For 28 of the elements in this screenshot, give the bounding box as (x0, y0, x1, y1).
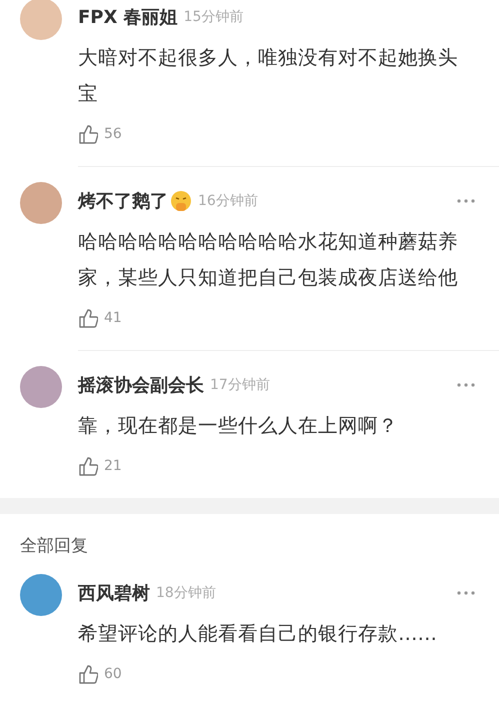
avatar-photo[interactable] (20, 366, 62, 408)
timestamp: 15分钟前 (184, 8, 244, 26)
username[interactable]: 西风碧树 (78, 581, 150, 605)
like-count: 60 (104, 666, 122, 682)
avatar-photo[interactable] (20, 182, 62, 224)
more-icon[interactable] (457, 591, 475, 595)
comment-text: 靠，现在都是一些什么人在上网啊？ (78, 413, 399, 439)
section-title: 全部回复 (19, 535, 89, 558)
like-icon[interactable] (78, 664, 98, 684)
username[interactable]: 摇滚协会副会长 (78, 373, 204, 397)
more-icon[interactable] (457, 383, 475, 387)
comment-text: 哈哈哈哈哈哈哈哈哈哈哈水花知道种蘑菇养家，某些人只知道把自己包装成夜店送给他 (78, 229, 459, 291)
username[interactable]: FPX 春丽姐 (78, 5, 178, 29)
timestamp: 16分钟前 (198, 192, 258, 210)
comment-text: 希望评论的人能看看自己的银行存款…… (78, 621, 438, 647)
like-icon[interactable] (78, 308, 98, 328)
like-count: 41 (104, 310, 122, 326)
timestamp: 17分钟前 (210, 376, 270, 394)
like-count: 21 (104, 458, 122, 474)
timestamp: 18分钟前 (156, 584, 216, 602)
like-count: 56 (104, 126, 122, 142)
username[interactable]: 烤不了鹅了 (78, 189, 168, 213)
like-icon[interactable] (78, 456, 98, 476)
avatar-photo[interactable] (20, 0, 62, 40)
avatar-photo[interactable] (20, 574, 62, 616)
like-icon[interactable] (78, 124, 98, 144)
more-icon[interactable] (457, 199, 475, 203)
comment-text: 大暗对不起很多人，唯独没有对不起她换头宝 (78, 45, 459, 107)
